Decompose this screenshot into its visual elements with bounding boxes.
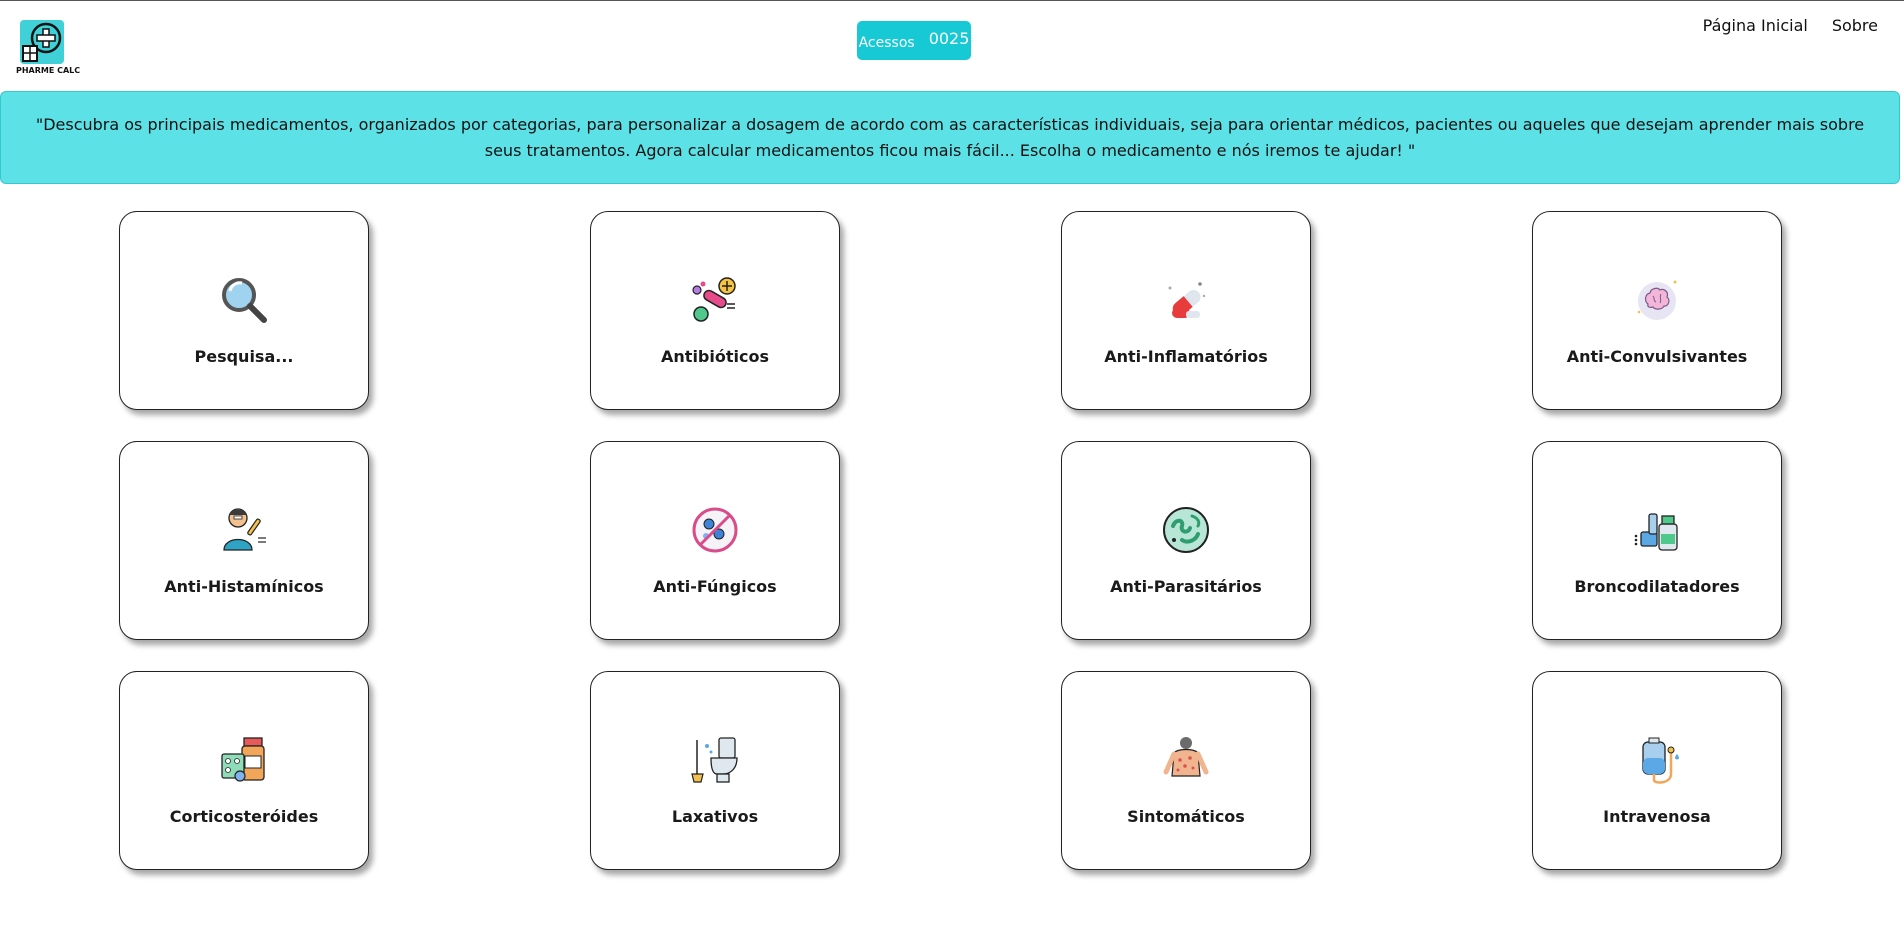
- category-card-anti-inflamatorios[interactable]: Anti-Inflamatórios: [1061, 211, 1311, 410]
- category-label: Anti-Parasitários: [1110, 577, 1262, 596]
- category-label: Anti-Inflamatórios: [1104, 347, 1268, 366]
- category-card-anti-fungicos[interactable]: Anti-Fúngicos: [590, 441, 840, 640]
- access-counter-value: 0025: [928, 29, 970, 48]
- category-card-laxativos[interactable]: Laxativos: [590, 671, 840, 870]
- category-card-broncodilatadores[interactable]: Broncodilatadores: [1532, 441, 1782, 640]
- brain-icon: [1637, 280, 1677, 320]
- category-card-corticosteroides[interactable]: Corticosteróides: [119, 671, 369, 870]
- category-card-anti-convulsivantes[interactable]: Anti-Convulsivantes: [1532, 211, 1782, 410]
- fungus-icon: [692, 507, 738, 553]
- category-label: Pesquisa...: [194, 347, 294, 366]
- medicine-bottle-icon: [221, 737, 265, 782]
- parasite-icon: [1163, 507, 1209, 553]
- allergy-person-icon: [223, 508, 266, 551]
- category-label: Corticosteróides: [169, 807, 319, 826]
- category-label: Sintomáticos: [1127, 807, 1245, 826]
- pills-icon: [692, 277, 736, 322]
- inhaler-icon: [1634, 513, 1678, 551]
- magnifier-icon: [222, 278, 267, 323]
- category-label: Anti-Fúngicos: [653, 577, 777, 596]
- category-card-antibioticos[interactable]: Antibióticos: [590, 211, 840, 410]
- category-grid: Pesquisa... Antibióticos Anti-Inflamatór…: [119, 211, 1783, 871]
- category-card-intravenosa[interactable]: Intravenosa: [1532, 671, 1782, 870]
- category-label: Anti-Histamínicos: [164, 577, 324, 596]
- toilet-icon: [691, 737, 738, 783]
- category-card-anti-parasitarios[interactable]: Anti-Parasitários: [1061, 441, 1311, 640]
- category-label: Laxativos: [671, 807, 759, 826]
- category-card-sintomaticos[interactable]: Sintomáticos: [1061, 671, 1311, 870]
- iv-bag-icon: [1642, 737, 1679, 784]
- access-counter-badge: Acessos 0025: [857, 21, 971, 60]
- category-label: Intravenosa: [1603, 807, 1711, 826]
- logo-text: PHARME CALC: [16, 66, 81, 75]
- category-card-pesquisa[interactable]: Pesquisa...: [119, 211, 369, 410]
- body-symptoms-icon: [1163, 737, 1209, 777]
- logo-plus-icon: [20, 20, 64, 64]
- category-label: Broncodilatadores: [1574, 577, 1740, 596]
- category-label: Antibióticos: [661, 347, 769, 366]
- top-nav: Página Inicial Sobre: [1703, 16, 1878, 35]
- nav-about-link[interactable]: Sobre: [1832, 16, 1878, 35]
- intro-banner: "Descubra os principais medicamentos, or…: [0, 91, 1900, 184]
- pharme-calc-logo[interactable]: PHARME CALC: [16, 20, 81, 76]
- header: PHARME CALC Acessos 0025 Página Inicial …: [0, 0, 1904, 90]
- category-card-anti-histaminicos[interactable]: Anti-Histamínicos: [119, 441, 369, 640]
- nav-home-link[interactable]: Página Inicial: [1703, 16, 1808, 35]
- intro-banner-text: "Descubra os principais medicamentos, or…: [35, 114, 1865, 160]
- capsule-icon: [1168, 282, 1206, 318]
- access-counter-label: Acessos: [858, 34, 915, 51]
- category-label: Anti-Convulsivantes: [1566, 347, 1748, 366]
